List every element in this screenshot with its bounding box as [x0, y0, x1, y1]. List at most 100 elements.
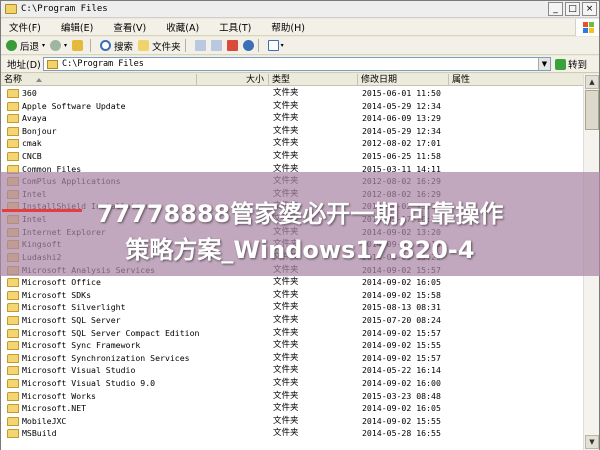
move-to-icon[interactable]: [194, 40, 206, 51]
go-label: 转到: [568, 60, 588, 71]
list-item[interactable]: Bonjour 文件夹 2014-05-29 12:34: [1, 125, 583, 138]
item-type: 文件夹: [273, 125, 299, 136]
item-name: Bonjour: [22, 125, 57, 136]
delete-icon[interactable]: [226, 40, 238, 51]
folders-label: 文件夹: [152, 41, 181, 53]
column-type[interactable]: 类型: [269, 74, 358, 86]
item-date: 2015-06-25 11:58: [362, 151, 441, 162]
list-item[interactable]: Microsoft Visual Studio 9.0 文件夹 2014-09-02…: [1, 377, 583, 390]
item-date: 2014-09-02 16:00: [362, 378, 441, 389]
folder-icon: [7, 416, 19, 426]
window-title: C:\Program Files: [21, 4, 108, 14]
item-date: 2012-08-02 17:01: [362, 138, 441, 149]
item-name: MobileJXC: [22, 415, 67, 426]
search-label: 搜索: [114, 41, 134, 53]
menu-help[interactable]: 帮助(H): [271, 20, 305, 34]
list-item[interactable]: Microsoft Sync Framework 文件夹 2014-09-02 15…: [1, 339, 583, 352]
scroll-up-icon[interactable]: ▲: [585, 75, 599, 89]
list-item[interactable]: Microsoft Silverlight 文件夹 2015-08-13 08:31: [1, 301, 583, 314]
folder-icon: [7, 126, 19, 136]
menu-tools[interactable]: 工具(T): [219, 20, 251, 34]
item-date: 2014-09-02 15:58: [362, 289, 441, 300]
folder-icon: [7, 139, 19, 149]
close-button[interactable]: ×: [582, 2, 597, 16]
views-icon[interactable]: [267, 40, 279, 51]
list-item[interactable]: Microsoft SDKs 文件夹 2014-09-02 15:58: [1, 289, 583, 302]
item-name: Microsoft SQL Server Compact Edition: [22, 327, 200, 338]
item-type: 文件夹: [273, 100, 299, 111]
list-item[interactable]: Microsoft Office 文件夹 2014-09-02 16:05: [1, 276, 583, 289]
back-button[interactable]: 后退 ▾: [6, 39, 45, 53]
folders-button[interactable]: 文件夹: [138, 39, 181, 53]
list-item[interactable]: Microsoft.NET 文件夹 2014-09-02 16:05: [1, 402, 583, 415]
list-item[interactable]: CNCB 文件夹 2015-06-25 11:58: [1, 150, 583, 163]
windows-logo-icon: [575, 19, 599, 36]
folder-icon: [7, 101, 19, 111]
folder-icon: [7, 404, 19, 414]
folder-icon: [7, 152, 19, 162]
folders-icon: [138, 40, 150, 51]
list-item[interactable]: Microsoft SQL Server 文件夹 2015-07-20 08:24: [1, 314, 583, 327]
item-date: 2014-05-29 12:34: [362, 100, 441, 111]
menu-view[interactable]: 查看(V): [113, 20, 146, 34]
folder-icon: [7, 366, 19, 376]
folder-icon: [7, 353, 19, 363]
chevron-down-icon[interactable]: ▾: [281, 42, 284, 49]
list-item[interactable]: Microsoft SQL Server Compact Edition 文件夹 2…: [1, 327, 583, 340]
list-item[interactable]: Apple Software Update 文件夹 2014-05-29 12:34: [1, 100, 583, 113]
scroll-thumb[interactable]: [585, 90, 599, 130]
item-type: 文件夹: [273, 302, 299, 313]
search-icon: [100, 40, 112, 51]
folder-icon: [47, 59, 58, 69]
promo-overlay-banner: 77778888管家婆必开一期,可靠操作 策略方案_Windows17.820-…: [0, 172, 600, 276]
item-type: 文件夹: [273, 428, 299, 439]
overlay-line-1: 77778888管家婆必开一期,可靠操作: [96, 200, 504, 228]
item-name: Microsoft Visual Studio 9.0: [22, 378, 156, 389]
list-item[interactable]: cmak 文件夹 2012-08-02 17:01: [1, 137, 583, 150]
menu-favorites[interactable]: 收藏(A): [166, 20, 199, 34]
item-date: 2014-05-29 12:34: [362, 125, 441, 136]
forward-button[interactable]: ▾: [50, 40, 67, 51]
minimize-button[interactable]: _: [548, 2, 563, 16]
list-header: 名称 大小 类型 修改日期 属性: [1, 74, 583, 86]
list-item[interactable]: Microsoft Works 文件夹 2015-03-23 08:48: [1, 390, 583, 403]
item-name: Microsoft Visual Studio: [22, 365, 136, 376]
title-bar[interactable]: C:\Program Files _ □ ×: [1, 1, 599, 18]
scroll-down-icon[interactable]: ▼: [585, 435, 599, 449]
column-attributes[interactable]: 属性: [449, 74, 583, 86]
window-controls: _ □ ×: [548, 2, 597, 16]
menu-file[interactable]: 文件(F): [9, 20, 41, 34]
undo-icon[interactable]: [242, 40, 254, 51]
folder-icon: [7, 328, 19, 338]
go-button[interactable]: 转到: [555, 57, 587, 71]
address-label: 地址(D): [7, 60, 41, 71]
item-date: 2014-05-22 16:14: [362, 365, 441, 376]
item-date: 2014-06-09 13:29: [362, 113, 441, 124]
forward-arrow-icon: [50, 40, 62, 51]
menu-bar: 文件(F) 编辑(E) 查看(V) 收藏(A) 工具(T) 帮助(H): [1, 19, 599, 36]
address-input[interactable]: C:\Program Files ▼: [43, 57, 551, 71]
list-item[interactable]: MobileJXC 文件夹 2014-09-02 15:55: [1, 415, 583, 428]
copy-to-icon[interactable]: [210, 40, 222, 51]
item-date: 2014-09-02 15:57: [362, 327, 441, 338]
item-name: Microsoft SQL Server: [22, 314, 121, 325]
column-size[interactable]: 大小: [197, 74, 269, 86]
list-item[interactable]: Microsoft Synchronization Services 文件夹 201…: [1, 352, 583, 365]
address-dropdown-icon[interactable]: ▼: [538, 58, 550, 70]
menu-edit[interactable]: 编辑(E): [61, 20, 93, 34]
list-item[interactable]: MSBuild 文件夹 2014-05-28 16:55: [1, 427, 583, 440]
maximize-button[interactable]: □: [565, 2, 580, 16]
column-modified[interactable]: 修改日期: [358, 74, 449, 86]
item-name: 360: [22, 88, 37, 98]
chevron-down-icon: ▾: [42, 42, 46, 49]
list-item[interactable]: Avaya 文件夹 2014-06-09 13:29: [1, 112, 583, 125]
up-folder-button[interactable]: [72, 40, 86, 51]
item-date: 2014-09-02 15:57: [362, 352, 441, 363]
item-name: Microsoft Silverlight: [22, 302, 126, 313]
item-date: 2015-03-23 08:48: [362, 390, 441, 401]
item-type: 文件夹: [273, 151, 299, 162]
list-item[interactable]: Microsoft Visual Studio 文件夹 2014-05-22 16:…: [1, 364, 583, 377]
search-button[interactable]: 搜索: [100, 39, 133, 53]
list-item[interactable]: 360 文件夹 2015-06-01 11:50: [1, 87, 583, 100]
column-name[interactable]: 名称: [1, 74, 197, 86]
